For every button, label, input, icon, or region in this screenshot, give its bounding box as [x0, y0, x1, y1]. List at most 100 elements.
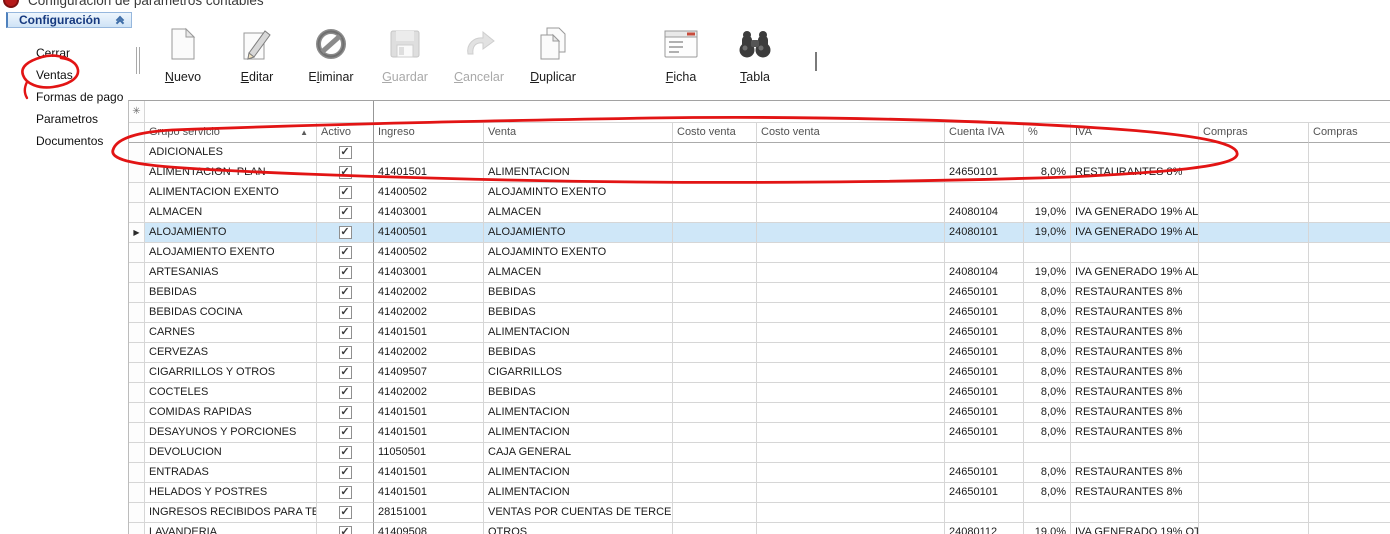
cell-iva[interactable] — [1071, 183, 1199, 203]
cell-compras-1[interactable] — [1199, 343, 1309, 363]
cell-activo[interactable]: ✓ — [317, 463, 374, 483]
cell-activo[interactable]: ✓ — [317, 423, 374, 443]
cell-activo[interactable]: ✓ — [317, 163, 374, 183]
table-row-helados-y-postres[interactable]: HELADOS Y POSTRES✓41401501ALIMENTACION24… — [129, 483, 1390, 503]
cell-ingreso[interactable]: 41402002 — [374, 283, 484, 303]
cell-iva[interactable]: RESTAURANTES 8% — [1071, 163, 1199, 183]
cell-pct[interactable] — [1024, 443, 1071, 463]
cell-ingreso[interactable]: 41403001 — [374, 203, 484, 223]
activo-checkbox[interactable]: ✓ — [339, 326, 352, 339]
cell-iva[interactable] — [1071, 143, 1199, 163]
cell-iva[interactable]: RESTAURANTES 8% — [1071, 423, 1199, 443]
cell-cuenta-iva[interactable]: 24080101 — [945, 223, 1024, 243]
toolbar-drag-handle[interactable] — [136, 47, 140, 74]
table-row-carnes[interactable]: CARNES✓41401501ALIMENTACION246501018,0%R… — [129, 323, 1390, 343]
cell-costo-venta-1[interactable] — [673, 463, 757, 483]
activo-checkbox[interactable]: ✓ — [339, 486, 352, 499]
activo-checkbox[interactable]: ✓ — [339, 506, 352, 519]
table-row-alojamiento[interactable]: ▶ALOJAMIENTO✓41400501ALOJAMIENTO24080101… — [129, 223, 1390, 243]
table-row-almacen[interactable]: ALMACEN✓41403001ALMACEN2408010419,0%IVA … — [129, 203, 1390, 223]
cell-activo[interactable]: ✓ — [317, 343, 374, 363]
cell-grupo[interactable]: CIGARRILLOS Y OTROS — [145, 363, 317, 383]
cell-costo-venta-2[interactable] — [757, 163, 945, 183]
cell-iva[interactable]: RESTAURANTES 8% — [1071, 403, 1199, 423]
cell-grupo[interactable]: CARNES — [145, 323, 317, 343]
cell-costo-venta-1[interactable] — [673, 303, 757, 323]
cell-iva[interactable]: IVA GENERADO 19% ALI — [1071, 203, 1199, 223]
table-row-bebidas[interactable]: BEBIDAS✓41402002BEBIDAS246501018,0%RESTA… — [129, 283, 1390, 303]
cell-ingreso[interactable]: 41401501 — [374, 163, 484, 183]
cell-cuenta-iva[interactable] — [945, 243, 1024, 263]
activo-checkbox[interactable]: ✓ — [339, 446, 352, 459]
cell-venta[interactable]: ALIMENTACION — [484, 463, 673, 483]
cell-ingreso[interactable]: 41401501 — [374, 323, 484, 343]
sidebar-item-documentos[interactable]: Documentos — [36, 134, 123, 156]
table-row-desayunos-y-porciones[interactable]: DESAYUNOS Y PORCIONES✓41401501ALIMENTACI… — [129, 423, 1390, 443]
activo-checkbox[interactable]: ✓ — [339, 246, 352, 259]
cell-ingreso[interactable]: 41401501 — [374, 423, 484, 443]
cell-costo-venta-2[interactable] — [757, 263, 945, 283]
cell-ingreso[interactable]: 11050501 — [374, 443, 484, 463]
cell-activo[interactable]: ✓ — [317, 223, 374, 243]
cell-pct[interactable]: 8,0% — [1024, 323, 1071, 343]
activo-checkbox[interactable]: ✓ — [339, 306, 352, 319]
cell-cuenta-iva[interactable] — [945, 503, 1024, 523]
cell-pct[interactable] — [1024, 503, 1071, 523]
cell-compras-2[interactable] — [1309, 523, 1390, 534]
cell-ingreso[interactable]: 41402002 — [374, 343, 484, 363]
cell-activo[interactable]: ✓ — [317, 243, 374, 263]
cell-compras-1[interactable] — [1199, 303, 1309, 323]
cell-venta[interactable]: ALMACEN — [484, 203, 673, 223]
cell-cuenta-iva[interactable]: 24650101 — [945, 403, 1024, 423]
cell-compras-2[interactable] — [1309, 263, 1390, 283]
cell-costo-venta-1[interactable] — [673, 223, 757, 243]
activo-checkbox[interactable]: ✓ — [339, 206, 352, 219]
cell-grupo[interactable]: ALOJAMIENTO EXENTO — [145, 243, 317, 263]
cell-iva[interactable]: RESTAURANTES 8% — [1071, 463, 1199, 483]
cell-cuenta-iva[interactable] — [945, 143, 1024, 163]
cell-pct[interactable]: 8,0% — [1024, 483, 1071, 503]
cell-cuenta-iva[interactable]: 24650101 — [945, 383, 1024, 403]
cell-cuenta-iva[interactable]: 24080104 — [945, 203, 1024, 223]
sidebar-group-header[interactable]: Configuración — [6, 12, 132, 28]
table-row-bebidas-cocina[interactable]: BEBIDAS COCINA✓41402002BEBIDAS246501018,… — [129, 303, 1390, 323]
cell-cuenta-iva[interactable] — [945, 443, 1024, 463]
cell-cuenta-iva[interactable]: 24650101 — [945, 283, 1024, 303]
cell-grupo[interactable]: BEBIDAS COCINA — [145, 303, 317, 323]
sidebar-item-parametros[interactable]: Parametros — [36, 112, 123, 134]
cell-activo[interactable]: ✓ — [317, 503, 374, 523]
cell-costo-venta-2[interactable] — [757, 283, 945, 303]
cell-pct[interactable]: 19,0% — [1024, 263, 1071, 283]
activo-checkbox[interactable]: ✓ — [339, 406, 352, 419]
cell-compras-2[interactable] — [1309, 183, 1390, 203]
cell-costo-venta-1[interactable] — [673, 323, 757, 343]
cell-costo-venta-1[interactable] — [673, 503, 757, 523]
cell-compras-1[interactable] — [1199, 483, 1309, 503]
column-header-iva[interactable]: IVA — [1071, 123, 1199, 143]
sidebar-item-ventas[interactable]: Ventas — [36, 68, 123, 90]
activo-checkbox[interactable]: ✓ — [339, 166, 352, 179]
cell-costo-venta-1[interactable] — [673, 443, 757, 463]
sidebar-item-formas-de-pago[interactable]: Formas de pago — [36, 90, 123, 112]
table-row-adicionales[interactable]: ADICIONALES ✓ — [129, 143, 1390, 163]
activo-checkbox[interactable]: ✓ — [339, 146, 352, 159]
cell-grupo[interactable]: ALMACEN — [145, 203, 317, 223]
cell-venta[interactable]: OTROS — [484, 523, 673, 534]
cell-ingreso[interactable]: 41400502 — [374, 243, 484, 263]
cell-iva[interactable]: RESTAURANTES 8% — [1071, 343, 1199, 363]
cell-cuenta-iva[interactable]: 24080112 — [945, 523, 1024, 534]
collapse-chevron-icon[interactable] — [117, 17, 123, 23]
activo-checkbox[interactable]: ✓ — [339, 386, 352, 399]
cell-iva[interactable]: RESTAURANTES 8% — [1071, 363, 1199, 383]
activo-checkbox[interactable]: ✓ — [339, 186, 352, 199]
cell-cuenta-iva[interactable]: 24650101 — [945, 163, 1024, 183]
cell-grupo[interactable]: ADICIONALES — [145, 143, 317, 163]
cell-activo[interactable]: ✓ — [317, 443, 374, 463]
cell-pct[interactable] — [1024, 143, 1071, 163]
cell-grupo[interactable]: CERVEZAS — [145, 343, 317, 363]
cell-grupo[interactable]: LAVANDERIA — [145, 523, 317, 534]
cell-costo-venta-2[interactable] — [757, 503, 945, 523]
table-row-alimentacion-plan[interactable]: ALIMENTACION PLAN✓41401501ALIMENTACION24… — [129, 163, 1390, 183]
cell-venta[interactable]: ALOJAMINTO EXENTO — [484, 183, 673, 203]
cell-pct[interactable] — [1024, 183, 1071, 203]
